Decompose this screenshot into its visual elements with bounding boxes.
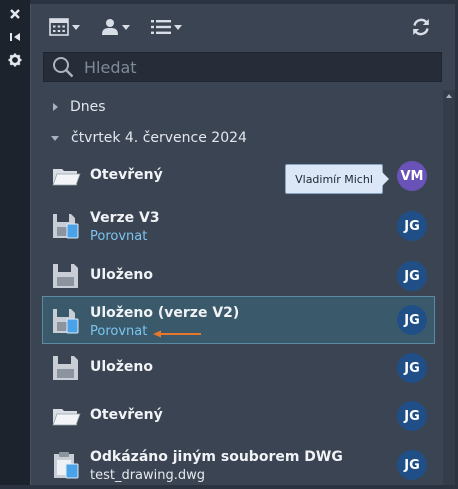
- group-label: čtvrtek 4. července 2024: [71, 130, 247, 146]
- group-header-today[interactable]: Dnes: [31, 95, 441, 119]
- save-version-icon: [53, 214, 79, 239]
- calendar-filter-button[interactable]: [49, 14, 80, 40]
- refresh-icon: [413, 18, 429, 36]
- history-item-opened[interactable]: Otevřený JG: [43, 392, 435, 440]
- collapse-arrow-icon: [51, 135, 59, 141]
- history-item-saved[interactable]: Uloženo JG: [43, 252, 435, 300]
- save-icon: [53, 356, 78, 380]
- avatar[interactable]: JG: [397, 211, 427, 241]
- group-header-date[interactable]: čtvrtek 4. července 2024: [31, 126, 441, 150]
- close-icon[interactable]: [5, 4, 25, 24]
- folder-icon: [52, 409, 81, 426]
- history-palette: Dnes čtvrtek 4. července 2024 Otevřený V…: [30, 4, 455, 485]
- search-input[interactable]: [82, 56, 426, 78]
- list-icon: [151, 20, 171, 34]
- chevron-down-icon: [72, 24, 80, 30]
- avatar[interactable]: VM: [397, 161, 427, 191]
- avatar[interactable]: JG: [397, 450, 427, 480]
- gear-icon[interactable]: [5, 50, 25, 70]
- compare-link[interactable]: Porovnat: [90, 324, 147, 339]
- avatar[interactable]: JG: [397, 401, 427, 431]
- collapse-icon[interactable]: [5, 27, 25, 47]
- expand-arrow-icon: [53, 103, 58, 111]
- avatar[interactable]: JG: [397, 261, 427, 291]
- chevron-down-icon: [122, 24, 130, 30]
- vertical-scrollbar[interactable]: [443, 90, 455, 485]
- chevron-down-icon: [174, 24, 182, 30]
- tooltip-pointer: [382, 172, 389, 186]
- item-title: Uloženo: [90, 359, 154, 375]
- history-item-referenced[interactable]: Odkázáno jiným souborem DWG test_drawing…: [43, 441, 435, 489]
- user-filter-button[interactable]: [101, 14, 130, 40]
- item-title: Odkázáno jiným souborem DWG: [90, 449, 343, 465]
- search-box: [43, 52, 442, 82]
- group-label: Dnes: [70, 99, 106, 115]
- highlight-arrow-icon: [153, 330, 201, 338]
- item-title: Uloženo (verze V2): [90, 305, 240, 321]
- scroll-up-icon[interactable]: [446, 94, 452, 98]
- item-title: Uloženo: [90, 267, 154, 283]
- save-version-icon: [53, 309, 79, 334]
- history-item-saved[interactable]: Uloženo JG: [43, 344, 435, 392]
- compare-link[interactable]: Porovnat: [90, 229, 147, 244]
- palette-side-strip: [0, 0, 30, 485]
- avatar[interactable]: JG: [397, 305, 427, 335]
- save-icon: [53, 264, 78, 288]
- list-view-button[interactable]: [151, 14, 182, 40]
- clipboard-icon: [54, 452, 79, 479]
- calendar-icon: [49, 18, 69, 36]
- history-item-version[interactable]: Verze V3 Porovnat JG: [43, 202, 435, 250]
- item-filename: test_drawing.dwg: [90, 468, 206, 483]
- user-icon: [102, 19, 118, 35]
- search-icon: [53, 57, 74, 78]
- toolbar: [31, 4, 455, 48]
- item-title: Otevřený: [90, 167, 163, 183]
- item-title: Otevřený: [90, 407, 163, 423]
- item-title: Verze V3: [90, 210, 160, 226]
- avatar[interactable]: JG: [397, 353, 427, 383]
- refresh-button[interactable]: [411, 14, 431, 40]
- folder-icon: [52, 169, 81, 186]
- history-item-version-selected[interactable]: Uloženo (verze V2) Porovnat JG: [42, 296, 435, 344]
- user-tooltip: Vladimír Michl: [285, 164, 383, 194]
